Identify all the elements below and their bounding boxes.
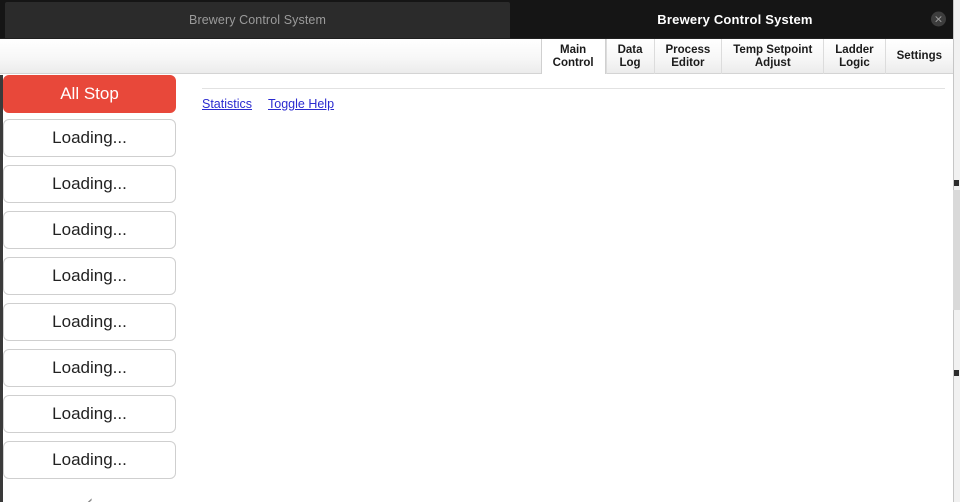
window-title: Brewery Control System: [657, 11, 813, 27]
nav-tab-list: Main Control Data Log Process Editor Tem…: [540, 39, 953, 74]
tab-settings[interactable]: Settings: [884, 39, 953, 74]
sidebar-item-6[interactable]: Loading...: [3, 349, 176, 387]
main-content: Statistics Toggle Help: [180, 75, 953, 502]
browser-tab-title: Brewery Control System: [189, 13, 326, 27]
scrollbar-mark-lower: [954, 370, 959, 376]
tab-temp-setpoint-adjust-line1: Temp Setpoint: [733, 43, 813, 56]
browser-chrome-bar: Brewery Control System × Brewery Control…: [0, 0, 960, 38]
tab-ladder-logic-line1: Ladder: [835, 43, 874, 56]
browser-tab[interactable]: Brewery Control System: [5, 2, 510, 38]
tab-ladder-logic-line2: Logic: [839, 56, 870, 69]
tab-process-editor[interactable]: Process Editor: [653, 39, 722, 74]
statistics-link[interactable]: Statistics: [202, 97, 252, 111]
sidebar-item-3[interactable]: Loading...: [3, 211, 176, 249]
sidebar-item-1[interactable]: Loading...: [3, 119, 176, 157]
tab-data-log-line2: Log: [619, 56, 641, 69]
app-navbar: Main Control Data Log Process Editor Tem…: [0, 38, 953, 74]
tab-process-editor-line1: Process: [665, 43, 711, 56]
toggle-help-link[interactable]: Toggle Help: [268, 97, 334, 111]
vertical-scrollbar-track[interactable]: [953, 0, 960, 502]
tab-ladder-logic[interactable]: Ladder Logic: [823, 39, 884, 74]
content-divider: [202, 88, 945, 89]
vertical-scrollbar-thumb[interactable]: [953, 190, 960, 310]
tab-main-control-line2: Control: [552, 56, 594, 69]
chevron-left-icon[interactable]: ‹: [3, 487, 176, 502]
sidebar-item-8[interactable]: Loading...: [3, 441, 176, 479]
tab-temp-setpoint-adjust[interactable]: Temp Setpoint Adjust: [721, 39, 823, 74]
content-link-row: Statistics Toggle Help: [202, 97, 334, 111]
tab-data-log-line1: Data: [617, 43, 643, 56]
sidebar: All Stop Loading... Loading... Loading..…: [0, 75, 180, 502]
scrollbar-mark-upper: [954, 180, 959, 186]
tab-main-control[interactable]: Main Control: [540, 39, 606, 74]
all-stop-button[interactable]: All Stop: [3, 75, 176, 113]
sidebar-item-4[interactable]: Loading...: [3, 257, 176, 295]
tab-settings-label: Settings: [896, 50, 942, 62]
tab-temp-setpoint-adjust-line2: Adjust: [754, 56, 791, 69]
sidebar-item-5[interactable]: Loading...: [3, 303, 176, 341]
tab-data-log[interactable]: Data Log: [605, 39, 654, 74]
tab-process-editor-line2: Editor: [671, 56, 705, 69]
sidebar-item-2[interactable]: Loading...: [3, 165, 176, 203]
sidebar-item-7[interactable]: Loading...: [3, 395, 176, 433]
tab-main-control-line1: Main: [560, 43, 587, 56]
